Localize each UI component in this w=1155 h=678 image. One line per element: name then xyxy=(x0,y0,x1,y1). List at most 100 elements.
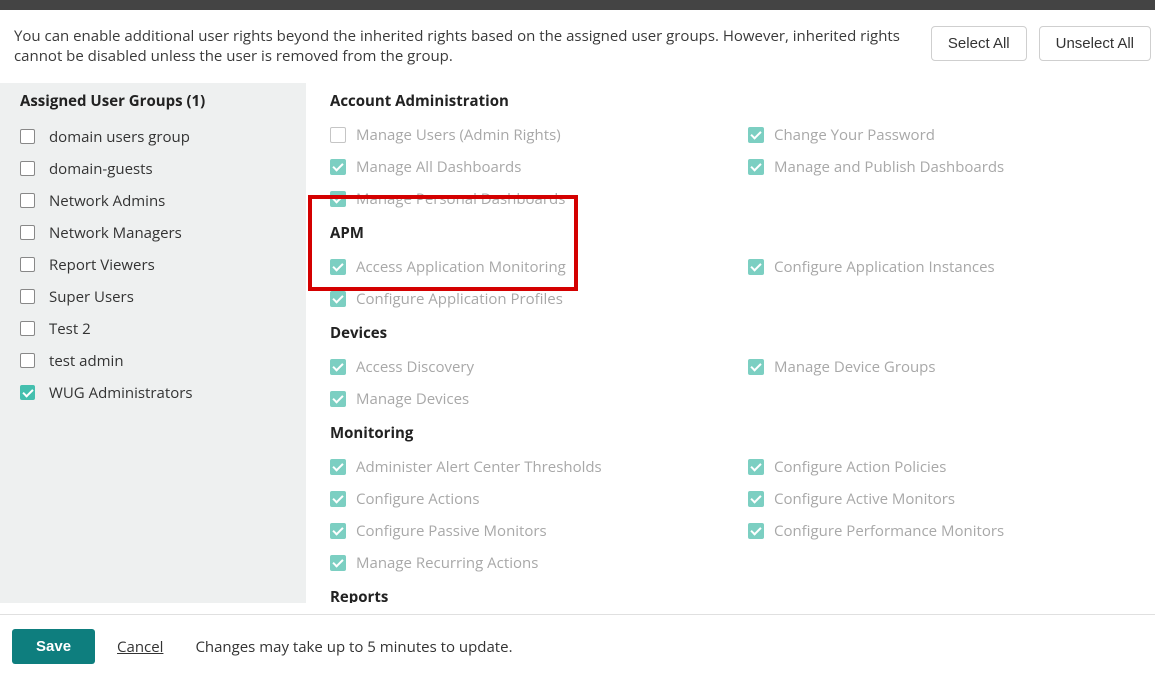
checkbox-icon[interactable] xyxy=(20,257,35,272)
group-item[interactable]: domain-guests xyxy=(0,153,306,185)
right-item[interactable]: Configure Active Monitors xyxy=(748,483,1135,515)
rights-grid: Access Discovery Manage Device Groups Mana… xyxy=(330,351,1135,415)
rights-grid: Administer Alert Center Thresholds Config… xyxy=(330,451,1135,579)
section-title: APM xyxy=(330,215,1135,251)
right-label: Manage Personal Dashboards xyxy=(356,189,565,209)
checkbox-icon[interactable] xyxy=(20,289,35,304)
sidebar: Assigned User Groups (1) domain users gr… xyxy=(0,83,306,603)
right-item[interactable]: Manage Users (Admin Rights) xyxy=(330,119,748,151)
checkmark-icon[interactable] xyxy=(330,523,346,539)
checkmark-icon[interactable] xyxy=(330,555,346,571)
checkbox-icon[interactable] xyxy=(20,129,35,144)
checkmark-icon[interactable] xyxy=(330,491,346,507)
checkmark-icon[interactable] xyxy=(748,159,764,175)
save-button[interactable]: Save xyxy=(12,629,95,664)
group-item-label: test admin xyxy=(49,351,124,371)
checkmark-icon[interactable] xyxy=(330,391,346,407)
checkbox-icon[interactable] xyxy=(20,321,35,336)
right-label: Configure Application Profiles xyxy=(356,289,563,309)
group-item[interactable]: WUG Administrators xyxy=(0,377,306,409)
group-item-label: Network Managers xyxy=(49,223,182,243)
checkbox-icon[interactable] xyxy=(20,193,35,208)
group-item[interactable]: Network Managers xyxy=(0,217,306,249)
rights-panel: Account AdministrationManage Users (Admi… xyxy=(306,83,1155,603)
right-item[interactable]: Configure Performance Monitors xyxy=(748,515,1135,547)
checkbox-icon[interactable] xyxy=(330,127,346,143)
checkmark-icon[interactable] xyxy=(330,291,346,307)
right-label: Manage Recurring Actions xyxy=(356,553,538,573)
checkmark-icon[interactable] xyxy=(330,159,346,175)
right-label: Configure Actions xyxy=(356,489,479,509)
group-item[interactable]: Test 2 xyxy=(0,313,306,345)
right-item[interactable]: Manage Devices xyxy=(330,383,748,415)
checkmark-icon[interactable] xyxy=(330,191,346,207)
group-item[interactable]: Super Users xyxy=(0,281,306,313)
right-item[interactable]: Manage All Dashboards xyxy=(330,151,748,183)
sidebar-header: Assigned User Groups (1) xyxy=(0,83,306,121)
section-title: Account Administration xyxy=(330,83,1135,119)
rights-grid: Manage Users (Admin Rights) Change Your P… xyxy=(330,119,1135,215)
right-item[interactable]: Configure Application Profiles xyxy=(330,283,748,315)
checkmark-icon[interactable] xyxy=(748,459,764,475)
cancel-link[interactable]: Cancel xyxy=(117,637,163,657)
right-item[interactable]: Configure Application Instances xyxy=(748,251,1135,283)
checkmark-icon[interactable] xyxy=(748,491,764,507)
group-item-label: Report Viewers xyxy=(49,255,155,275)
description-row: You can enable additional user rights be… xyxy=(0,10,1155,83)
checkbox-icon[interactable] xyxy=(20,353,35,368)
right-label: Configure Application Instances xyxy=(774,257,995,277)
right-label: Administer Alert Center Thresholds xyxy=(356,457,602,477)
group-item[interactable]: test admin xyxy=(0,345,306,377)
rights-grid: Access Application Monitoring Configure A… xyxy=(330,251,1135,315)
right-label: Configure Performance Monitors xyxy=(774,521,1004,541)
group-item[interactable]: Network Admins xyxy=(0,185,306,217)
right-label: Manage Device Groups xyxy=(774,357,936,377)
unselect-all-button[interactable]: Unselect All xyxy=(1039,26,1151,61)
group-item-label: domain users group xyxy=(49,127,190,147)
right-label: Configure Active Monitors xyxy=(774,489,955,509)
main-area: Assigned User Groups (1) domain users gr… xyxy=(0,83,1155,603)
checkmark-icon[interactable] xyxy=(330,459,346,475)
group-item-label: Network Admins xyxy=(49,191,165,211)
group-item-label: Super Users xyxy=(49,287,134,307)
checkmark-icon[interactable] xyxy=(748,259,764,275)
checkbox-icon[interactable] xyxy=(20,225,35,240)
right-item[interactable]: Configure Passive Monitors xyxy=(330,515,748,547)
right-item[interactable]: Change Your Password xyxy=(748,119,1135,151)
right-item[interactable]: Configure Actions xyxy=(330,483,748,515)
group-item-label: domain-guests xyxy=(49,159,153,179)
right-label: Configure Passive Monitors xyxy=(356,521,547,541)
right-label: Configure Action Policies xyxy=(774,457,946,477)
group-item[interactable]: domain users group xyxy=(0,121,306,153)
right-label: Manage All Dashboards xyxy=(356,157,521,177)
checkmark-icon[interactable] xyxy=(748,127,764,143)
checkmark-icon[interactable] xyxy=(748,523,764,539)
right-label: Manage Users (Admin Rights) xyxy=(356,125,561,145)
checkmark-icon[interactable] xyxy=(330,259,346,275)
right-label: Manage Devices xyxy=(356,389,469,409)
right-item[interactable]: Configure Action Policies xyxy=(748,451,1135,483)
right-item[interactable]: Manage Personal Dashboards xyxy=(330,183,748,215)
right-label: Access Application Monitoring xyxy=(356,257,566,277)
section-title: Devices xyxy=(330,315,1135,351)
checkmark-icon[interactable] xyxy=(748,359,764,375)
right-item[interactable]: Manage and Publish Dashboards xyxy=(748,151,1135,183)
group-item-label: WUG Administrators xyxy=(49,383,193,403)
checkbox-icon[interactable] xyxy=(20,385,35,400)
right-item[interactable]: Access Application Monitoring xyxy=(330,251,748,283)
right-label: Change Your Password xyxy=(774,125,935,145)
section-title: Reports xyxy=(330,579,1135,603)
select-all-button[interactable]: Select All xyxy=(931,26,1027,61)
group-item-label: Test 2 xyxy=(49,319,91,339)
right-item[interactable]: Access Discovery xyxy=(330,351,748,383)
footer: Save Cancel Changes may take up to 5 min… xyxy=(0,614,1155,678)
group-item[interactable]: Report Viewers xyxy=(0,249,306,281)
checkmark-icon[interactable] xyxy=(330,359,346,375)
right-item[interactable]: Administer Alert Center Thresholds xyxy=(330,451,748,483)
description-text: You can enable additional user rights be… xyxy=(14,26,919,67)
right-item[interactable]: Manage Recurring Actions xyxy=(330,547,748,579)
right-item[interactable]: Manage Device Groups xyxy=(748,351,1135,383)
checkbox-icon[interactable] xyxy=(20,161,35,176)
right-label: Access Discovery xyxy=(356,357,474,377)
right-label: Manage and Publish Dashboards xyxy=(774,157,1004,177)
